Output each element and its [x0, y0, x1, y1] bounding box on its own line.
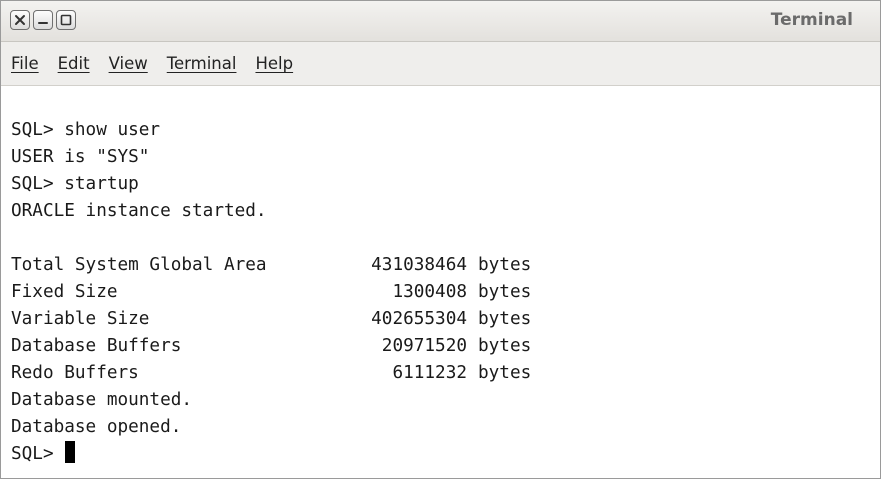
sga-value: 402655304: [371, 309, 467, 329]
sga-label: Redo Buffers: [11, 363, 139, 383]
terminal-line: ORACLE instance started.: [11, 201, 267, 221]
maximize-button[interactable]: [56, 10, 76, 30]
terminal-line: Database opened.: [11, 417, 182, 437]
close-icon: [15, 15, 25, 25]
menu-edit[interactable]: Edit: [58, 54, 90, 73]
sga-row: Variable Size 402655304 bytes: [11, 306, 880, 333]
sga-label: Database Buffers: [11, 336, 182, 356]
terminal-line: Database mounted.: [11, 390, 193, 410]
sga-row: Fixed Size 1300408 bytes: [11, 279, 880, 306]
minimize-icon: [38, 22, 48, 24]
menu-view[interactable]: View: [109, 54, 148, 73]
maximize-icon: [60, 14, 72, 26]
sga-unit: bytes: [478, 282, 532, 302]
sql-prompt: SQL>: [11, 444, 54, 464]
sga-unit: bytes: [478, 336, 532, 356]
sga-label: Variable Size: [11, 309, 150, 329]
sga-unit: bytes: [478, 363, 532, 383]
sga-value: 431038464: [371, 255, 467, 275]
sga-label: Total System Global Area: [11, 255, 267, 275]
window-controls: [10, 10, 76, 30]
sga-value: 1300408: [392, 282, 467, 302]
menu-file[interactable]: File: [11, 54, 39, 73]
terminal-line: SQL> show user: [11, 120, 161, 140]
terminal-window: Terminal File Edit View Terminal Help SQ…: [0, 0, 881, 479]
text-cursor: [64, 441, 75, 463]
sga-row: Total System Global Area 431038464 bytes: [11, 252, 880, 279]
terminal-line: SQL> startup: [11, 174, 139, 194]
sga-row: Redo Buffers 6111232 bytes: [11, 360, 880, 387]
sga-unit: bytes: [478, 309, 532, 329]
window-title: Terminal: [770, 10, 853, 30]
menu-terminal[interactable]: Terminal: [167, 54, 237, 73]
minimize-button[interactable]: [33, 10, 53, 30]
terminal-line: USER is "SYS": [11, 147, 150, 167]
title-bar[interactable]: Terminal: [1, 1, 880, 42]
sga-unit: bytes: [478, 255, 532, 275]
terminal-output[interactable]: SQL> show user USER is "SYS" SQL> startu…: [1, 87, 880, 478]
prompt-line: SQL>: [11, 441, 880, 468]
sga-value: 20971520: [381, 336, 467, 356]
menu-bar: File Edit View Terminal Help: [1, 42, 880, 86]
sga-label: Fixed Size: [11, 282, 118, 302]
close-button[interactable]: [10, 10, 30, 30]
sga-value: 6111232: [392, 363, 467, 383]
menu-help[interactable]: Help: [255, 54, 293, 73]
sga-row: Database Buffers 20971520 bytes: [11, 333, 880, 360]
